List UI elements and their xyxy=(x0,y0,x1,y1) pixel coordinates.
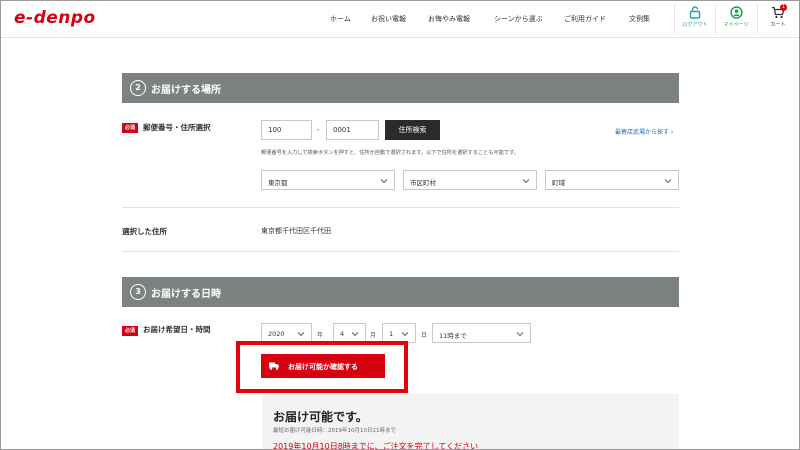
year-value: 2020 xyxy=(268,330,285,338)
required-badge: 必須 xyxy=(122,123,139,133)
section-number: 2 xyxy=(130,80,146,96)
site-header: e-denpo ホーム お祝い電報 お悔やみ電報 シーンから選ぶ ご利用ガイド … xyxy=(0,0,800,38)
chevron-down-icon xyxy=(522,179,530,184)
selected-address-value: 東京都千代田区千代田 xyxy=(261,227,331,235)
nav-celebration[interactable]: お祝い電報 xyxy=(371,14,406,24)
zip-first-input[interactable]: 100 xyxy=(261,120,312,140)
nav-examples[interactable]: 文例集 xyxy=(629,14,650,24)
user-icon xyxy=(729,6,743,19)
cart-label: カート xyxy=(770,22,786,28)
row-divider xyxy=(122,207,679,208)
postal-label: 郵便番号・住所選択 xyxy=(143,123,211,132)
prefecture-value: 東京都 xyxy=(268,179,288,187)
logout-button[interactable]: ログアウト xyxy=(675,4,715,34)
section-header-datetime: 3 お届けする日時 xyxy=(122,277,679,307)
town-select[interactable]: 町域 xyxy=(545,170,679,190)
selected-address-label: 選択した住所 xyxy=(122,227,167,236)
check-delivery-label: お届け可能か確認する xyxy=(288,363,358,371)
month-unit: 月 xyxy=(370,332,377,339)
day-unit: 日 xyxy=(421,332,428,339)
result-title: お届け可能です。 xyxy=(273,410,368,424)
chevron-down-icon xyxy=(516,332,524,337)
prefecture-select[interactable]: 東京都 xyxy=(261,170,395,190)
zip-dash: - xyxy=(317,126,320,134)
nav-condolence[interactable]: お悔やみ電報 xyxy=(428,14,470,24)
year-select[interactable]: 2020 xyxy=(261,323,312,343)
section-number: 3 xyxy=(130,284,146,300)
section-header-address: 2 お届けする場所 xyxy=(122,73,679,103)
chevron-down-icon xyxy=(297,332,305,337)
result-earliest-date: 最短お届け可能日時：2019年10月10日11時まで xyxy=(273,428,396,434)
nearby-office-link[interactable]: 最寄店武場から探す › xyxy=(615,127,673,136)
mypage-button[interactable]: マイページ xyxy=(716,4,756,34)
city-select[interactable]: 市区町村 xyxy=(403,170,537,190)
logout-label: ログアウト xyxy=(682,22,708,28)
cart-count-badge: 1 xyxy=(780,4,787,11)
time-value: 11時まで xyxy=(439,332,467,340)
address-search-button[interactable]: 住所検索 xyxy=(385,120,440,140)
nav-guide[interactable]: ご利用ガイド xyxy=(564,14,606,24)
year-unit: 年 xyxy=(317,332,324,339)
chevron-down-icon xyxy=(351,332,359,337)
zip-second-input[interactable]: 0001 xyxy=(326,120,379,140)
nav-scenes[interactable]: シーンから選ぶ xyxy=(494,14,543,24)
result-order-deadline: 2019年10月10日8時までに、ご注文を完了してください xyxy=(273,442,479,450)
time-select[interactable]: 11時まで xyxy=(432,323,531,343)
cart-button[interactable]: 1 カート xyxy=(758,4,798,34)
town-value: 町域 xyxy=(552,179,565,187)
postal-note: 郵便番号を入力して検索ボタンを押すと、住所が自動で選択されます。以下で住所を選択… xyxy=(261,150,519,156)
truck-icon xyxy=(269,362,279,370)
site-logo[interactable]: e-denpo xyxy=(14,8,96,28)
row-divider xyxy=(122,251,679,252)
city-value: 市区町村 xyxy=(410,179,436,187)
section-title: お届けする場所 xyxy=(151,85,221,96)
check-delivery-button[interactable]: お届け可能か確認する xyxy=(261,354,385,378)
month-value: 4 xyxy=(340,330,345,338)
month-select[interactable]: 4 xyxy=(333,323,366,343)
required-badge: 必須 xyxy=(122,326,139,336)
lock-icon xyxy=(689,6,701,19)
chevron-down-icon xyxy=(664,179,672,184)
day-select[interactable]: 1 xyxy=(382,323,416,343)
delivery-result-panel: お届け可能です。 最短お届け可能日時：2019年10月10日11時まで 2019… xyxy=(262,394,679,450)
section-title: お届けする日時 xyxy=(151,289,221,300)
mypage-label: マイページ xyxy=(723,22,749,28)
day-value: 1 xyxy=(389,330,394,338)
chevron-down-icon xyxy=(401,332,409,337)
delivery-datetime-label: お届け希望日・時間 xyxy=(143,325,211,334)
chevron-down-icon xyxy=(380,179,388,184)
nav-home[interactable]: ホーム xyxy=(330,14,351,24)
